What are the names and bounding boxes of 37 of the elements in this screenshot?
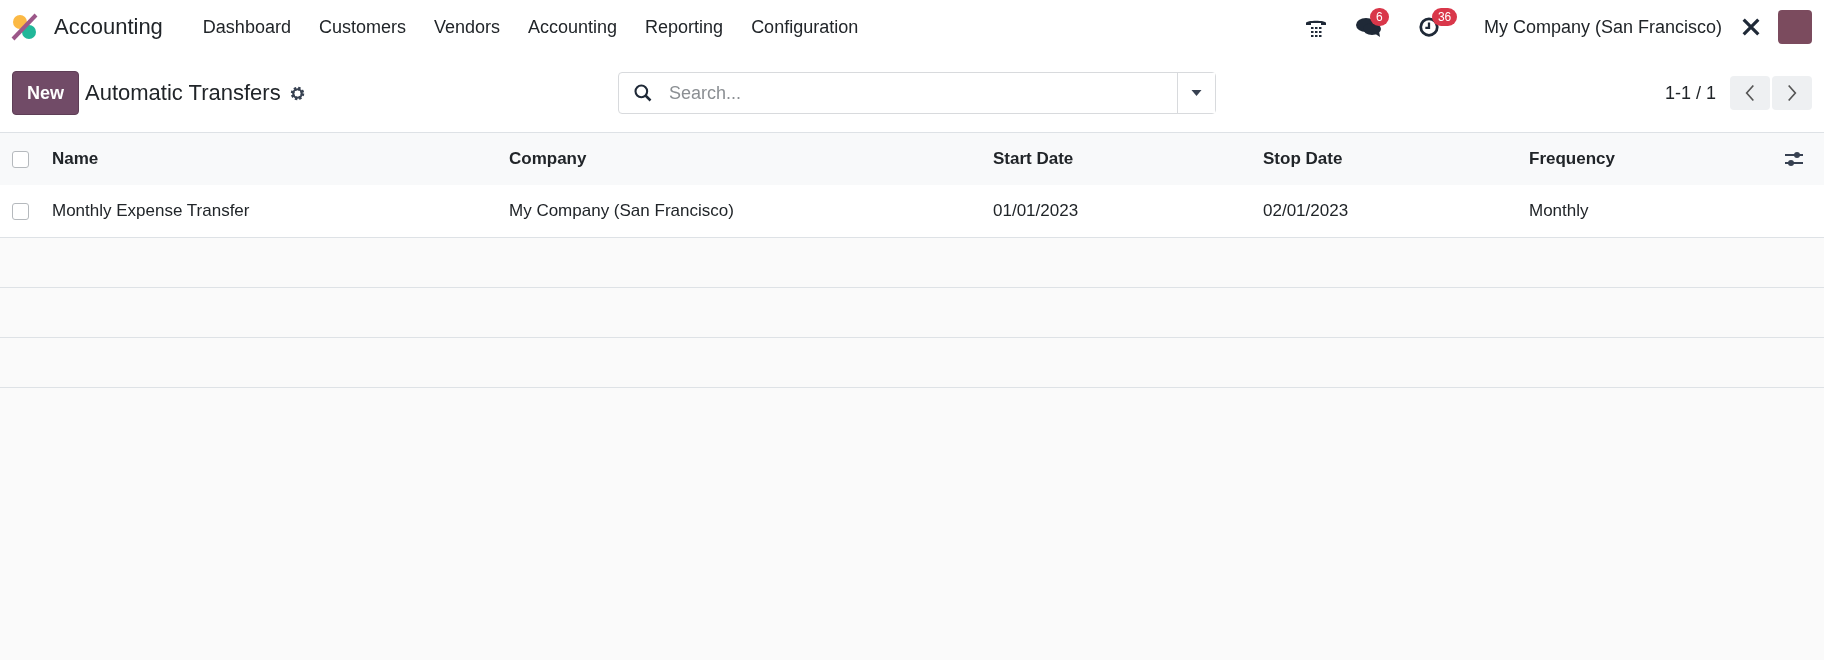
menu-item[interactable]: Configuration: [737, 16, 873, 38]
column-header[interactable]: Start Date: [993, 149, 1263, 169]
table-cell-text: Monthly: [1529, 201, 1590, 221]
app-logo-icon[interactable]: [10, 12, 40, 42]
pager-value[interactable]: 1-1 / 1: [1664, 82, 1716, 104]
table-cell-text: Monthly Expense Transfer: [52, 201, 251, 221]
row-checkbox[interactable]: [12, 202, 29, 220]
previous-page-button[interactable]: [1730, 76, 1770, 110]
column-header[interactable]: Company: [509, 149, 993, 169]
page-title: Automatic Transfers: [85, 80, 281, 106]
table-cell-text: My Company (San Francisco): [509, 201, 735, 221]
menu-item[interactable]: Dashboard: [188, 16, 305, 38]
menu-item[interactable]: Reporting: [631, 16, 738, 38]
message-count-badge: 6: [1369, 8, 1389, 26]
menu-item[interactable]: Vendors: [419, 16, 514, 38]
caret-icon: [1191, 90, 1202, 96]
search-field[interactable]: Search...: [667, 81, 1177, 105]
select-all-checkbox[interactable]: [12, 150, 29, 168]
column-options-icon[interactable]: [1784, 150, 1804, 168]
column-header[interactable]: Frequency: [1529, 149, 1784, 169]
new-button[interactable]: New: [12, 71, 79, 115]
activity-count-badge: 36: [1431, 8, 1458, 26]
app-name[interactable]: Accounting: [54, 14, 163, 40]
search-bar[interactable]: Search...: [618, 72, 1216, 114]
table-cell-text: 02/01/2023: [1263, 201, 1350, 221]
menu-item[interactable]: Accounting: [514, 16, 632, 38]
column-header[interactable]: Name: [52, 149, 509, 169]
gear-icon[interactable]: [288, 84, 306, 102]
company-switcher[interactable]: My Company (San Francisco): [1483, 16, 1722, 38]
column-header[interactable]: Stop Date: [1263, 149, 1529, 169]
chevron-right-icon: [1787, 84, 1797, 102]
chevron-left-icon: [1745, 84, 1755, 102]
search-icon: [633, 83, 653, 103]
clock-icon[interactable]: [1417, 16, 1440, 38]
table-cell-text: 01/01/2023: [993, 201, 1080, 221]
next-page-button[interactable]: [1772, 76, 1812, 110]
menu-item[interactable]: Customers: [304, 16, 420, 38]
